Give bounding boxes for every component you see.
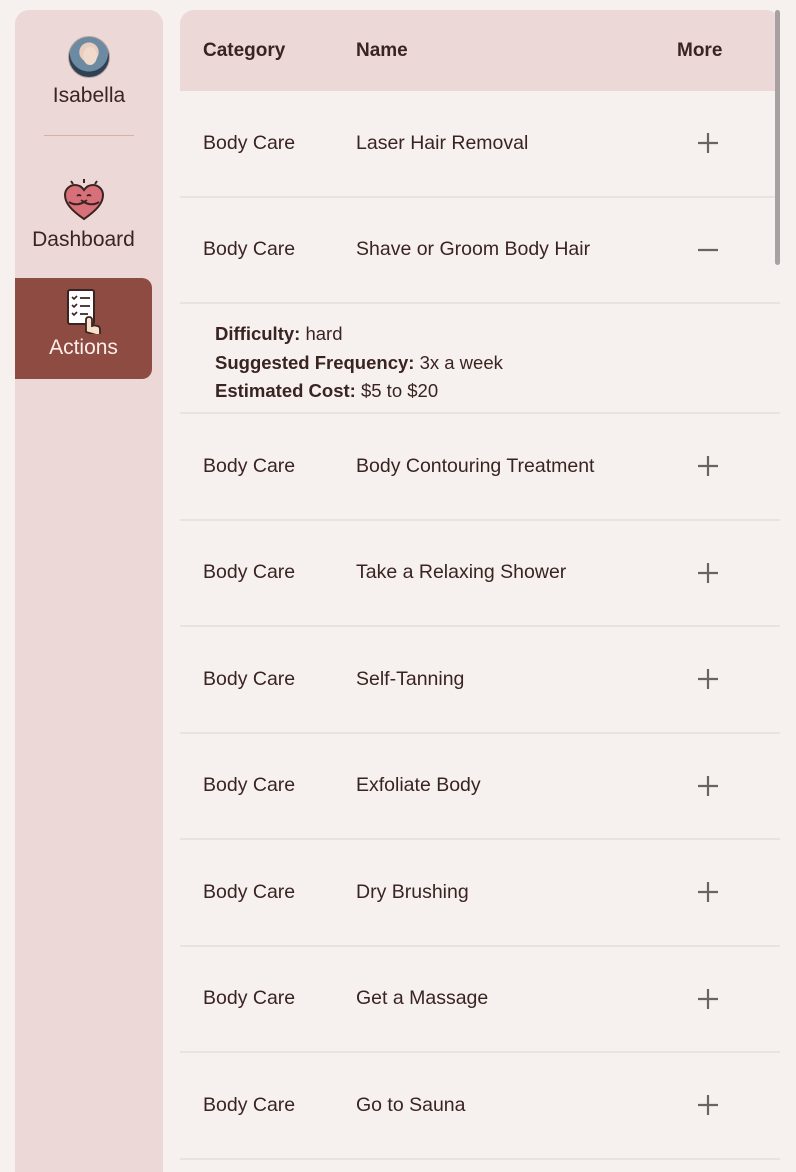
table-row[interactable]: Body Care Take a Relaxing Shower	[180, 520, 780, 627]
plus-icon	[698, 133, 718, 154]
checklist-hand-icon	[66, 289, 101, 334]
plus-icon	[698, 562, 718, 583]
detail-cost: Estimated Cost: $5 to $20	[215, 377, 780, 406]
plus-icon	[698, 988, 718, 1009]
expand-button[interactable]	[668, 988, 780, 1010]
row-name: Get a Massage	[356, 987, 489, 1010]
profile[interactable]: Isabella	[15, 36, 163, 108]
detail-difficulty: Difficulty: hard	[215, 320, 780, 349]
plus-icon	[698, 882, 718, 903]
profile-name: Isabella	[52, 84, 126, 107]
row-category: Body Care	[203, 561, 296, 584]
expand-button[interactable]	[668, 775, 780, 797]
row-name: Self-Tanning	[356, 667, 465, 690]
row-name: Body Contouring Treatment	[356, 454, 595, 477]
plus-icon	[698, 775, 718, 796]
collapse-button[interactable]	[668, 239, 780, 261]
header-more: More	[677, 39, 723, 61]
table-row[interactable]: Body Care Laser Hair Removal	[180, 91, 780, 198]
table-header: Category Name More	[180, 10, 780, 91]
expand-button[interactable]	[668, 132, 780, 154]
sidebar: Isabella Dashboard Actions	[15, 10, 163, 1172]
row-name: Shave or Groom Body Hair	[356, 238, 591, 261]
minus-icon	[698, 248, 718, 251]
row-category: Body Care	[203, 987, 296, 1010]
detail-cost-label: Estimated Cost:	[215, 380, 356, 401]
nav-label-dashboard: Dashboard	[32, 228, 135, 251]
table-row[interactable]: Body Care Self-Tanning	[180, 627, 780, 734]
detail-difficulty-value: hard	[305, 323, 343, 344]
detail-frequency-value: 3x a week	[419, 351, 503, 373]
row-category: Body Care	[203, 131, 296, 154]
heart-hug-icon	[63, 179, 104, 221]
row-category: Body Care	[203, 454, 296, 477]
table-row[interactable]: Body Care Exfoliate Body	[180, 733, 780, 840]
table-row[interactable]: Body Care Get a Massage	[180, 946, 780, 1053]
row-details: Difficulty: hard Suggested Frequency: 3x…	[180, 304, 780, 414]
row-category: Body Care	[203, 1093, 296, 1116]
header-category[interactable]: Category	[180, 40, 356, 62]
table-row[interactable]: Body Care Go to Sauna	[180, 1053, 780, 1160]
nav-item-dashboard[interactable]: Dashboard	[15, 178, 152, 256]
plus-icon	[698, 1095, 718, 1116]
expand-button[interactable]	[668, 1094, 780, 1116]
expand-button[interactable]	[668, 881, 780, 903]
row-category: Body Care	[203, 667, 296, 690]
plus-icon	[698, 669, 718, 690]
detail-difficulty-label: Difficulty:	[215, 323, 301, 344]
detail-frequency: Suggested Frequency: 3x a week	[215, 349, 780, 378]
table-row[interactable]: Body Care Dry Brushing	[180, 840, 780, 947]
table-row[interactable]: Body Care Body Contouring Treatment	[180, 414, 780, 521]
row-category: Body Care	[203, 880, 296, 903]
expand-button[interactable]	[668, 668, 780, 690]
row-category: Body Care	[203, 238, 296, 261]
plus-icon	[698, 456, 718, 477]
row-name: Laser Hair Removal	[356, 131, 529, 154]
row-name: Take a Relaxing Shower	[356, 561, 567, 584]
detail-cost-value: $5 to $20	[360, 380, 439, 401]
sidebar-divider	[44, 135, 134, 136]
row-category: Body Care	[203, 774, 296, 797]
table-row[interactable]: Body Care Shave or Groom Body Hair	[180, 197, 780, 304]
actions-table: Category Name More Body Care Laser Hair …	[180, 10, 780, 1172]
row-name: Go to Sauna	[356, 1093, 466, 1116]
row-name: Exfoliate Body	[356, 774, 481, 797]
expand-button[interactable]	[668, 455, 780, 477]
nav-label-actions: Actions	[49, 336, 118, 359]
scrollbar[interactable]	[775, 10, 780, 265]
detail-frequency-label: Suggested Frequency:	[215, 351, 415, 373]
expand-button[interactable]	[668, 562, 780, 584]
row-name: Dry Brushing	[356, 880, 469, 903]
header-name[interactable]: Name	[356, 40, 668, 62]
nav-item-actions[interactable]: Actions	[15, 278, 152, 379]
avatar[interactable]	[68, 36, 110, 78]
